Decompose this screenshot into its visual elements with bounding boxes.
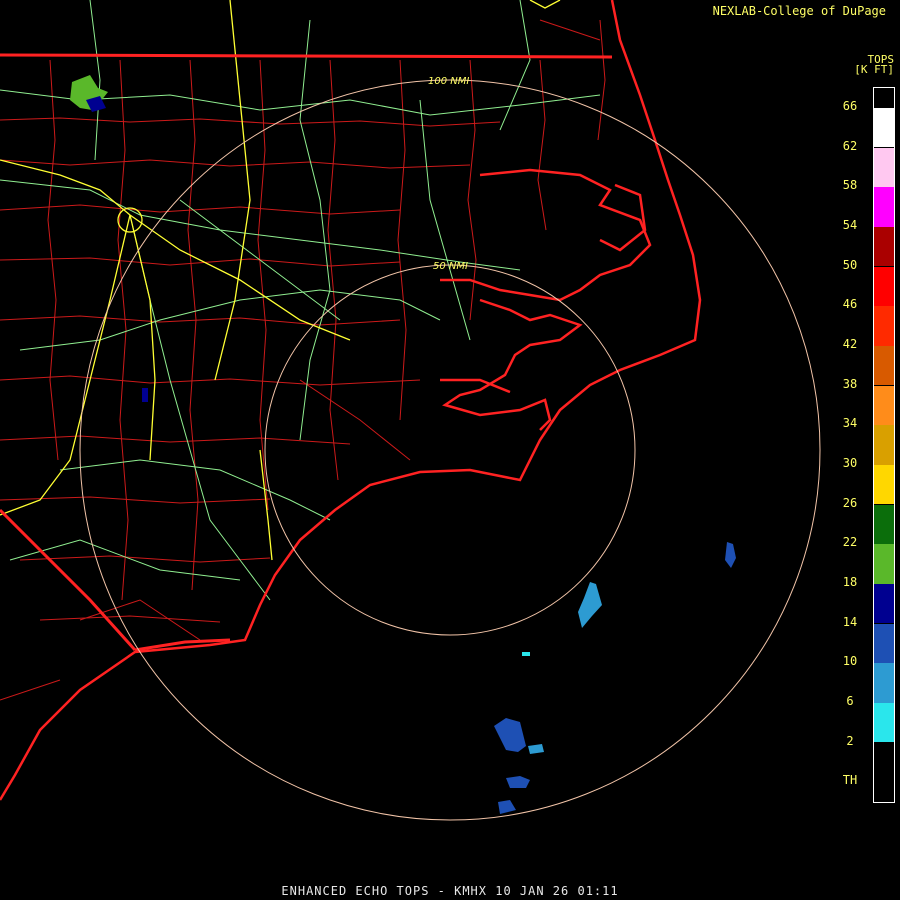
echo-cell-west bbox=[142, 388, 148, 402]
scale-label: 50 bbox=[842, 257, 858, 272]
ring-label-50: 50 NMI bbox=[433, 261, 468, 272]
scale-label: 62 bbox=[842, 138, 858, 153]
echo-cell-south-1 bbox=[494, 718, 526, 752]
scale-swatch bbox=[874, 306, 894, 346]
scale-label: 22 bbox=[842, 535, 858, 550]
scale-swatch bbox=[874, 147, 894, 188]
range-ring-50 bbox=[264, 264, 636, 636]
legend-title-units: [K FT] bbox=[854, 63, 894, 76]
scale-label: 66 bbox=[842, 98, 858, 113]
ring-label-100: 100 NMI bbox=[428, 76, 469, 87]
scale-label: 14 bbox=[842, 614, 858, 629]
scale-swatch bbox=[874, 663, 894, 703]
radar-map: 100 NMI 50 NMI bbox=[0, 0, 821, 821]
scale-swatch bbox=[874, 742, 894, 783]
scale-label: TH bbox=[842, 773, 858, 788]
scale-label: 6 bbox=[846, 693, 854, 708]
scale-label: 30 bbox=[842, 455, 858, 470]
scale-swatch bbox=[874, 425, 894, 465]
scale-label: 2 bbox=[846, 733, 854, 748]
scale-swatch bbox=[874, 226, 894, 267]
echo-cell-south-2 bbox=[506, 776, 530, 788]
scale-label: 26 bbox=[842, 495, 858, 510]
scale-swatch bbox=[874, 385, 894, 426]
scale-label: 46 bbox=[842, 297, 858, 312]
coastline bbox=[0, 0, 702, 801]
echo-cell-east-2 bbox=[578, 582, 602, 628]
echo-cell-south-1b bbox=[528, 744, 544, 754]
scale-swatch bbox=[874, 623, 894, 664]
echo-returns bbox=[70, 75, 736, 814]
scale-label: 34 bbox=[842, 416, 858, 431]
scale-label: 54 bbox=[842, 217, 858, 232]
scale-label: 38 bbox=[842, 376, 858, 391]
scale-swatch bbox=[874, 345, 894, 386]
scale-swatch bbox=[874, 107, 894, 148]
product-footer: ENHANCED ECHO TOPS - KMHX 10 JAN 26 01:1… bbox=[281, 884, 619, 898]
scale-swatch bbox=[874, 702, 894, 743]
echo-cell-east-1 bbox=[725, 542, 736, 568]
scale-swatch bbox=[874, 266, 894, 307]
scale-swatch bbox=[874, 187, 894, 227]
scale-swatch bbox=[874, 464, 894, 505]
echo-cell-small bbox=[522, 652, 530, 656]
echo-cell-south-3 bbox=[498, 800, 516, 814]
scale-label: 10 bbox=[842, 654, 858, 669]
scale-label: 58 bbox=[842, 178, 858, 193]
scale-label: 42 bbox=[842, 336, 858, 351]
scale-label: 18 bbox=[842, 574, 858, 589]
scale-swatch bbox=[874, 583, 894, 624]
nexlab-credit: NEXLAB-College of DuPage bbox=[712, 4, 886, 18]
scale-swatch bbox=[874, 504, 894, 545]
scale-swatch bbox=[874, 544, 894, 584]
color-scale bbox=[873, 87, 895, 803]
